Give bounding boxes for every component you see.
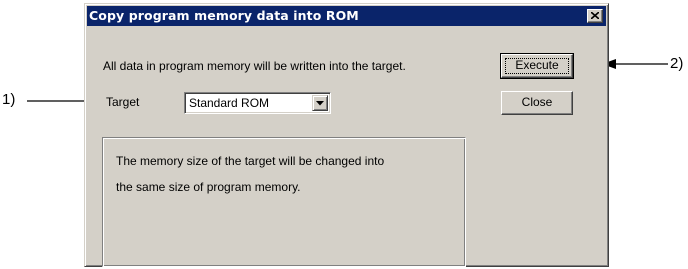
close-button-label: Close [521,95,553,109]
close-button[interactable]: Close [501,91,573,115]
execute-button-label: Execute [515,58,559,72]
copy-rom-dialog: Copy program memory data into ROM All da… [84,3,609,267]
callout-label-2: 2) [670,55,684,72]
callout-arrow-2-icon [602,59,668,69]
chevron-down-icon [316,101,324,106]
target-select-value: Standard ROM [189,96,270,110]
title-close-button[interactable] [587,9,603,23]
execute-button[interactable]: Execute [500,53,574,79]
target-dropdown-button[interactable] [312,95,328,111]
close-x-icon [591,12,599,19]
target-label: Target [106,95,140,109]
info-line-1: The memory size of the target will be ch… [116,154,385,168]
callout-label-1: 1) [2,91,16,108]
info-line-2: the same size of program memory. [116,180,301,194]
dialog-title: Copy program memory data into ROM [89,8,359,23]
title-bar: Copy program memory data into ROM [87,6,606,26]
info-box: The memory size of the target will be ch… [102,137,466,267]
target-select[interactable]: Standard ROM [184,92,331,114]
description-text: All data in program memory will be writt… [103,59,406,73]
